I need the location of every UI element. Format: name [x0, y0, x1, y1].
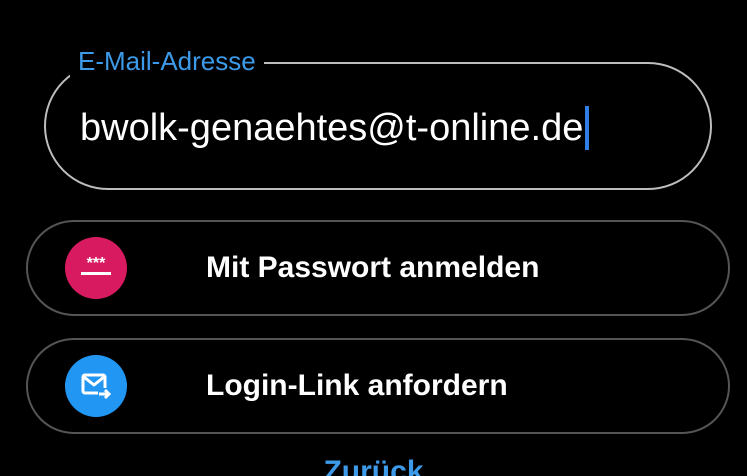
mail-send-icon [65, 355, 127, 417]
back-link[interactable]: Zurück [0, 454, 747, 476]
svg-text:***: *** [87, 255, 106, 272]
password-login-button[interactable]: *** Mit Passwort anmelden [26, 220, 730, 316]
email-input-value: bwolk-genaehtes@t-online.de [80, 107, 584, 149]
login-screen: E-Mail-Adresse bwolk-genaehtes@t-online.… [0, 0, 747, 476]
password-login-label: Mit Passwort anmelden [206, 251, 540, 284]
login-link-button[interactable]: Login-Link anfordern [26, 338, 730, 434]
email-field-label: E-Mail-Adresse [70, 44, 264, 78]
password-icon: *** [65, 237, 127, 299]
email-input[interactable]: bwolk-genaehtes@t-online.de [80, 106, 590, 150]
text-caret [585, 106, 590, 150]
login-link-label: Login-Link anfordern [206, 369, 508, 402]
